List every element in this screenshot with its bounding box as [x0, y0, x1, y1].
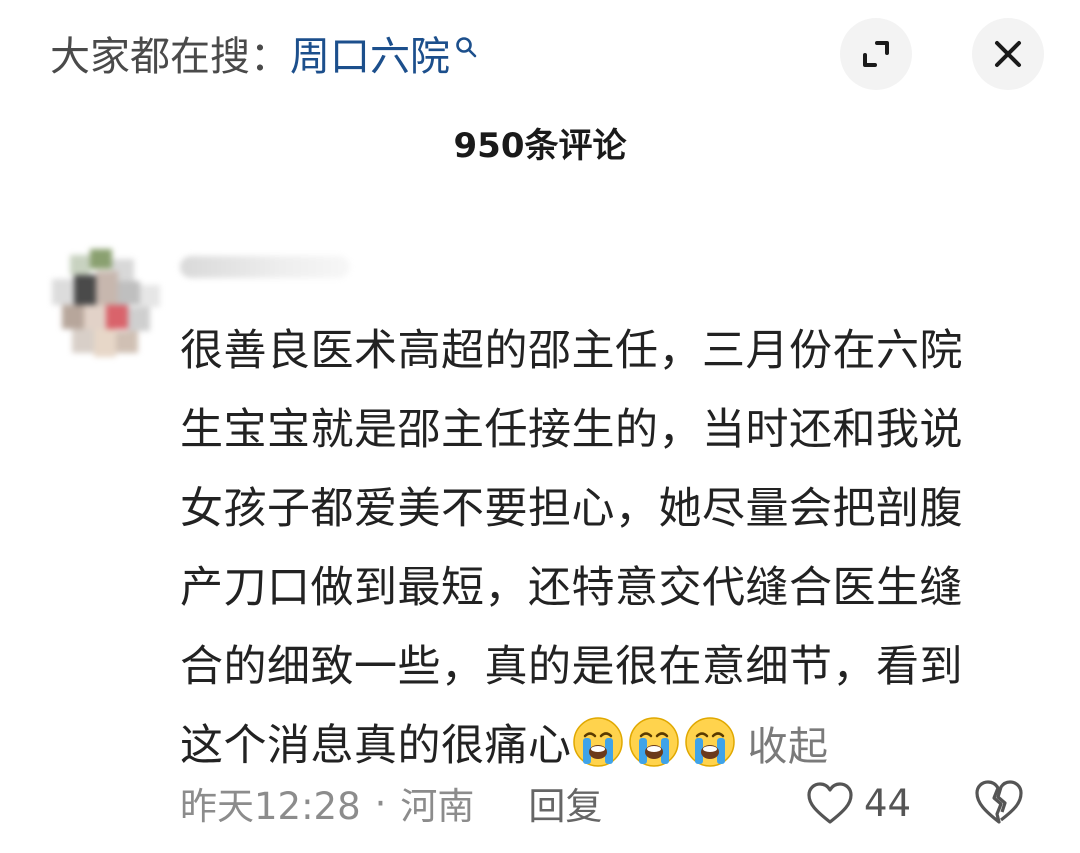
username-redacted[interactable]	[180, 256, 350, 278]
comment-time: 昨天12:28	[180, 785, 361, 828]
comments-screen: 大家都在搜： 周口六院 950条评论 很善良医术高超的邵主任，三月份在六院 生宝…	[0, 0, 1080, 853]
crying-emoji-icon	[684, 717, 735, 767]
comment-line: 这个消息真的很痛心	[180, 721, 572, 771]
comment-count: 950条评论	[453, 126, 627, 166]
search-suggestion-prefix: 大家都在搜：	[50, 34, 290, 80]
close-icon	[995, 41, 1021, 67]
avatar[interactable]	[52, 245, 160, 363]
search-icon[interactable]	[454, 26, 478, 66]
comment-meta: 昨天12:28 · 河南 回复	[180, 775, 602, 831]
search-suggestion[interactable]: 大家都在搜： 周口六院	[50, 22, 478, 92]
meta-separator: ·	[374, 781, 387, 825]
reply-button[interactable]: 回复	[528, 776, 602, 830]
comment-line: 生宝宝就是邵主任接生的，当时还和我说	[180, 405, 963, 455]
like-count: 44	[864, 781, 912, 825]
crying-emoji-icon	[628, 717, 679, 767]
collapse-link[interactable]: 收起	[748, 724, 829, 770]
broken-heart-icon	[975, 780, 1023, 824]
comment-location: 河南	[400, 785, 475, 828]
dislike-button[interactable]	[974, 778, 1024, 828]
expand-icon	[863, 41, 889, 67]
comment-line: 合的细致一些，真的是很在意细节，看到	[180, 642, 963, 692]
comment-line: 产刀口做到最短，还特意交代缝合医生缝	[180, 563, 963, 613]
comment-line: 女孩子都爱美不要担心，她尽量会把剖腹	[180, 484, 963, 534]
close-button[interactable]	[972, 18, 1044, 90]
heart-icon	[807, 782, 853, 824]
expand-button[interactable]	[840, 18, 912, 90]
crying-emoji-icon	[572, 717, 623, 767]
comment-line: 很善良医术高超的邵主任，三月份在六院	[180, 326, 963, 376]
search-suggestion-term[interactable]: 周口六院	[290, 37, 450, 77]
comment-text: 很善良医术高超的邵主任，三月份在六院 生宝宝就是邵主任接生的，当时还和我说 女孩…	[180, 312, 1040, 786]
like-button[interactable]: 44	[806, 775, 911, 831]
